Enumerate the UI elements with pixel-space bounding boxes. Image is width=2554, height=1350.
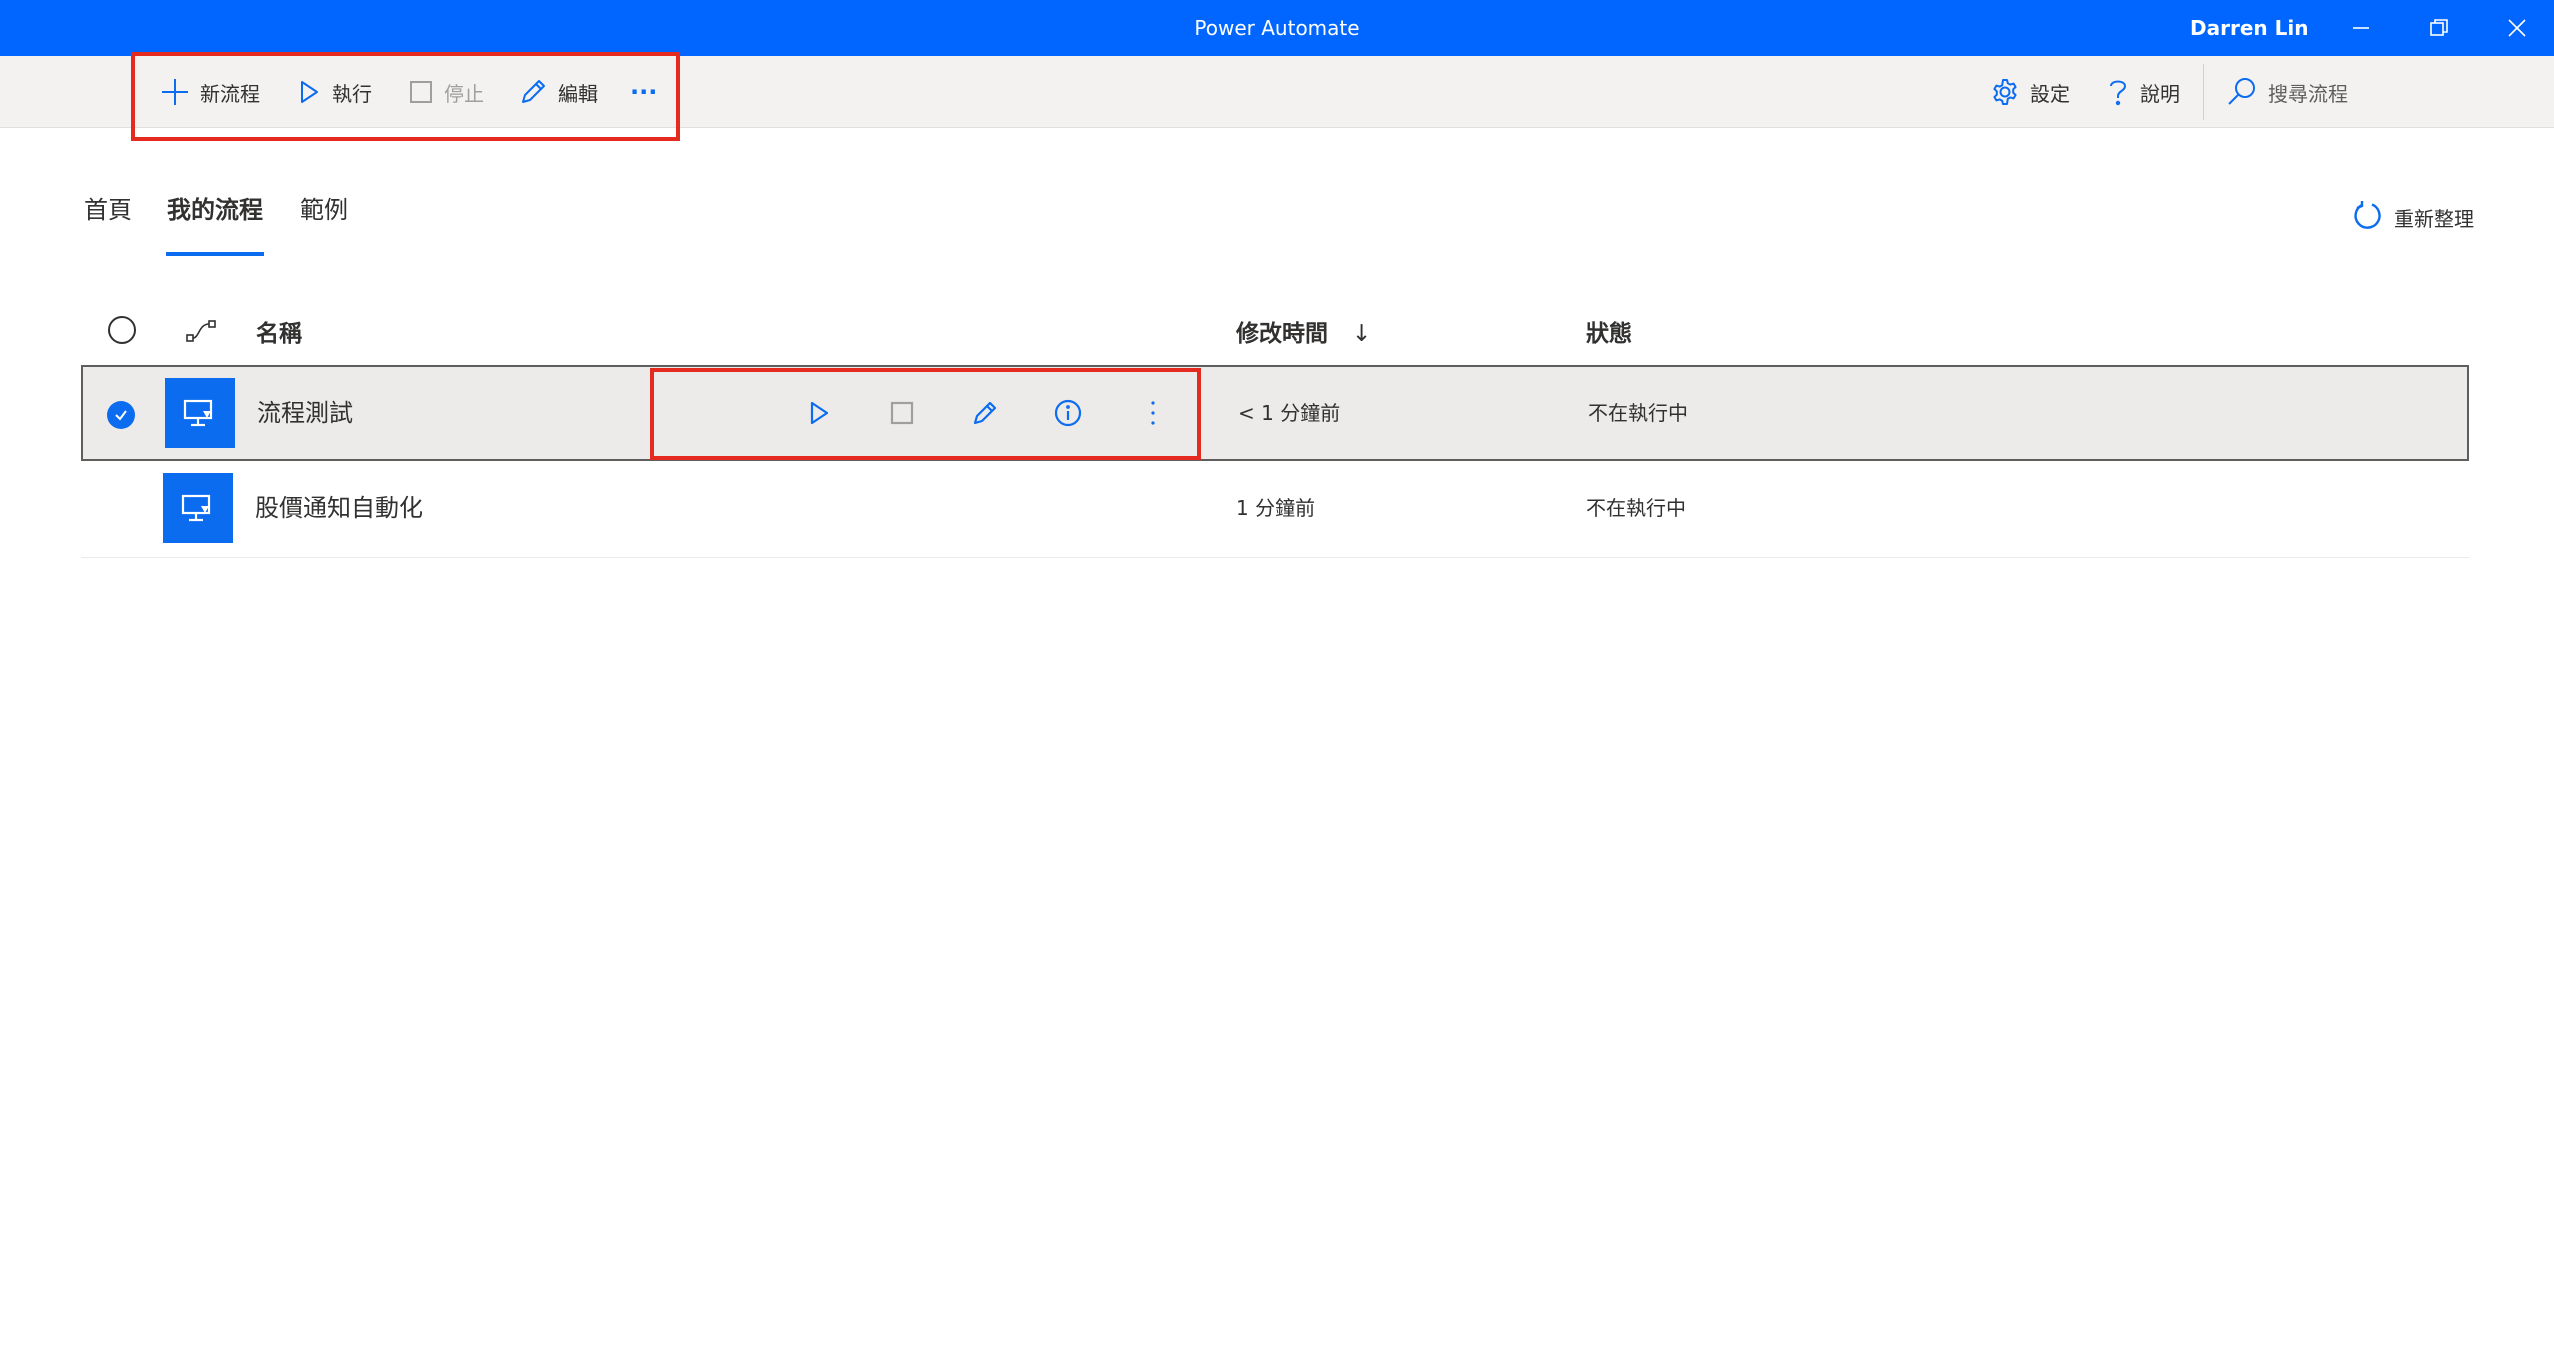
column-header-modified[interactable]: 修改時間 ↓ xyxy=(1236,314,1371,348)
search-input[interactable]: 搜尋流程 xyxy=(2226,56,2348,128)
stop-icon xyxy=(410,81,432,103)
more-button[interactable]: ··· xyxy=(630,56,657,128)
row-edit-button[interactable] xyxy=(965,393,1005,433)
column-header-modified-label: 修改時間 xyxy=(1236,321,1328,347)
flow-name[interactable]: 股價通知自動化 xyxy=(255,462,423,554)
checkmark-icon xyxy=(115,410,127,421)
tab-examples[interactable]: 範例 xyxy=(300,190,348,225)
table-row[interactable]: 股價通知自動化 1 分鐘前 不在執行中 xyxy=(81,462,2469,558)
desktop-flow-icon xyxy=(163,473,233,543)
play-icon xyxy=(301,81,318,103)
refresh-button[interactable]: 重新整理 xyxy=(2350,200,2474,234)
column-header-name[interactable]: 名稱 xyxy=(256,314,302,348)
settings-label: 設定 xyxy=(2030,81,2070,106)
play-icon xyxy=(810,401,829,425)
title-bar: Power Automate Darren Lin xyxy=(0,0,2554,56)
sort-descending-icon: ↓ xyxy=(1352,321,1372,347)
table-row[interactable]: 流程測試 < 1 分鐘前 不在執行中 xyxy=(81,365,2469,461)
stop-icon xyxy=(890,401,914,425)
run-button[interactable]: 執行 xyxy=(296,56,372,128)
new-flow-label: 新流程 xyxy=(200,81,260,106)
gear-icon xyxy=(1993,79,2017,105)
flow-status: 不在執行中 xyxy=(1586,496,1686,520)
question-icon xyxy=(2110,80,2127,106)
row-stop-button[interactable] xyxy=(882,393,922,433)
command-bar: 新流程 執行 停止 編輯 ··· 設定 說明 搜尋流程 xyxy=(0,56,2554,128)
app-title: Power Automate xyxy=(1194,16,1360,40)
flow-type-icon xyxy=(186,320,216,342)
pencil-icon xyxy=(973,401,997,425)
restore-icon xyxy=(2430,19,2448,36)
user-name[interactable]: Darren Lin xyxy=(2190,0,2308,56)
run-label: 執行 xyxy=(332,81,372,106)
column-header-status[interactable]: 狀態 xyxy=(1586,314,1632,348)
flow-status: 不在執行中 xyxy=(1588,401,1688,425)
monitor-icon xyxy=(183,399,213,427)
flow-name[interactable]: 流程測試 xyxy=(257,367,353,459)
info-icon xyxy=(1054,399,1082,427)
refresh-label: 重新整理 xyxy=(2394,206,2474,231)
tab-my-flows[interactable]: 我的流程 xyxy=(167,190,263,225)
toolbar-divider xyxy=(2203,64,2204,120)
edit-button[interactable]: 編輯 xyxy=(518,56,598,128)
active-tab-indicator xyxy=(166,252,264,256)
row-checkbox-checked[interactable] xyxy=(107,401,135,429)
desktop-flow-icon xyxy=(165,378,235,448)
stop-button[interactable]: 停止 xyxy=(408,56,484,128)
settings-button[interactable]: 設定 xyxy=(1990,56,2070,128)
edit-label: 編輯 xyxy=(558,81,598,106)
more-icon: ··· xyxy=(630,78,658,106)
tab-home[interactable]: 首頁 xyxy=(84,190,132,225)
minimize-icon xyxy=(2353,27,2369,29)
row-info-button[interactable] xyxy=(1048,393,1088,433)
refresh-icon xyxy=(2354,201,2381,229)
search-placeholder: 搜尋流程 xyxy=(2268,81,2348,106)
search-icon xyxy=(2228,78,2255,105)
row-run-button[interactable] xyxy=(799,393,839,433)
new-flow-button[interactable]: 新流程 xyxy=(160,56,260,128)
plus-icon xyxy=(162,79,188,105)
select-all-checkbox[interactable] xyxy=(108,316,136,344)
restore-button[interactable] xyxy=(2400,0,2478,56)
row-more-button[interactable] xyxy=(1133,393,1173,433)
minimize-button[interactable] xyxy=(2322,0,2400,56)
close-icon xyxy=(2508,19,2526,37)
modified-time: < 1 分鐘前 xyxy=(1238,401,1341,425)
stop-label: 停止 xyxy=(444,81,484,106)
modified-time: 1 分鐘前 xyxy=(1236,496,1316,520)
help-label: 說明 xyxy=(2140,81,2180,106)
more-vertical-icon xyxy=(1151,401,1155,425)
monitor-icon xyxy=(181,494,211,522)
pencil-icon xyxy=(522,80,545,103)
close-button[interactable] xyxy=(2478,0,2554,56)
help-button[interactable]: 說明 xyxy=(2106,56,2180,128)
